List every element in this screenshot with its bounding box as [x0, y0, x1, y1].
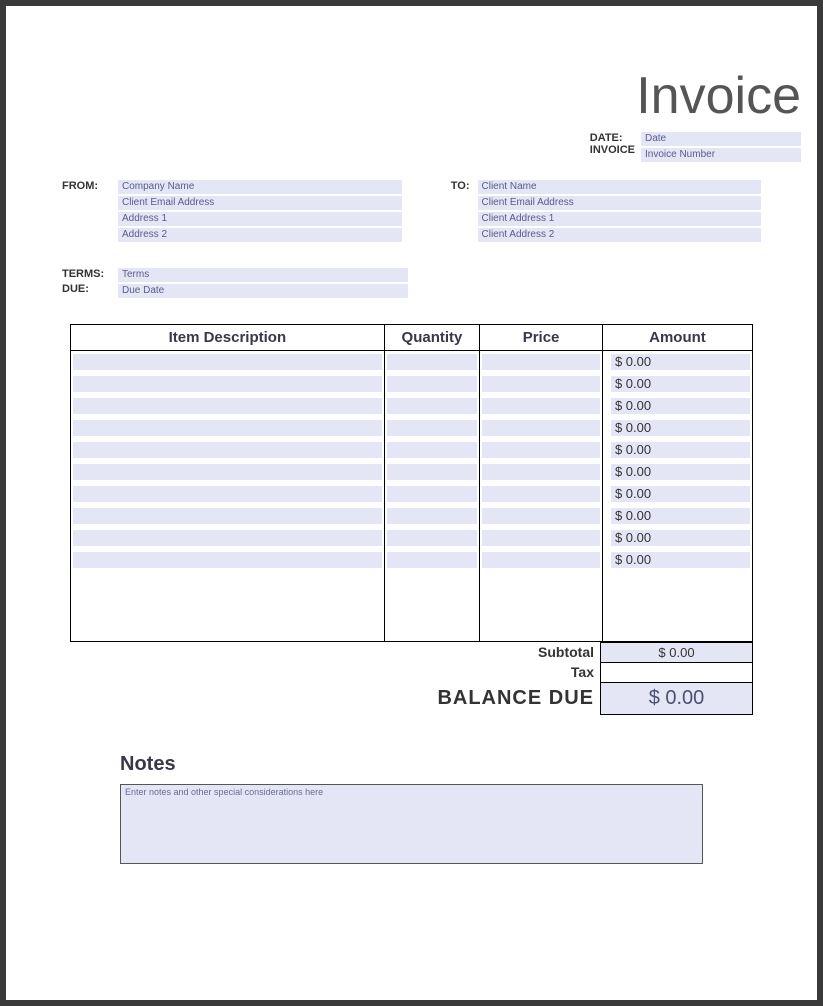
qty-cell[interactable] — [387, 552, 477, 568]
from-company[interactable]: Company Name — [118, 180, 402, 194]
date-field[interactable]: Date — [641, 132, 801, 146]
qty-cell[interactable] — [387, 420, 477, 436]
qty-cell[interactable] — [387, 530, 477, 546]
price-cell[interactable] — [482, 552, 600, 568]
col-description: Item Description — [71, 325, 385, 351]
price-cell[interactable] — [482, 354, 600, 370]
table-row: $ 0.00 — [71, 461, 753, 483]
price-cell[interactable] — [482, 508, 600, 524]
tax-label: Tax — [70, 662, 601, 682]
from-block: FROM: Company Name Client Email Address … — [62, 180, 402, 244]
qty-cell[interactable] — [387, 442, 477, 458]
desc-cell[interactable] — [73, 420, 382, 436]
desc-cell[interactable] — [73, 464, 382, 480]
to-address1[interactable]: Client Address 1 — [478, 212, 762, 226]
from-email[interactable]: Client Email Address — [118, 196, 402, 210]
price-cell[interactable] — [482, 420, 600, 436]
price-cell[interactable] — [482, 398, 600, 414]
desc-cell[interactable] — [73, 486, 382, 502]
balance-due-label: BALANCE DUE — [70, 682, 601, 714]
table-row: $ 0.00 — [71, 417, 753, 439]
table-row: $ 0.00 — [71, 549, 753, 571]
qty-cell[interactable] — [387, 398, 477, 414]
to-block: TO: Client Name Client Email Address Cli… — [422, 180, 762, 244]
amount-cell: $ 0.00 — [611, 376, 750, 392]
to-label: TO: — [422, 180, 478, 244]
price-cell[interactable] — [482, 442, 600, 458]
col-amount: Amount — [602, 325, 752, 351]
invoice-page: Invoice DATE: INVOICE Date Invoice Numbe… — [6, 6, 817, 1000]
table-row: $ 0.00 — [71, 351, 753, 374]
amount-cell: $ 0.00 — [611, 464, 750, 480]
table-row: $ 0.00 — [71, 373, 753, 395]
tax-value[interactable] — [601, 662, 753, 682]
table-row: $ 0.00 — [71, 439, 753, 461]
price-cell[interactable] — [482, 376, 600, 392]
notes-heading: Notes — [120, 753, 801, 776]
invoice-meta: DATE: INVOICE Date Invoice Number — [22, 132, 801, 164]
address-section: FROM: Company Name Client Email Address … — [62, 180, 761, 244]
subtotal-value: $ 0.00 — [601, 642, 753, 662]
qty-cell[interactable] — [387, 486, 477, 502]
desc-cell[interactable] — [73, 354, 382, 370]
notes-field[interactable]: Enter notes and other special considerat… — [120, 784, 703, 864]
qty-cell[interactable] — [387, 354, 477, 370]
terms-label: TERMS: — [62, 268, 118, 283]
from-address1[interactable]: Address 1 — [118, 212, 402, 226]
desc-cell[interactable] — [73, 398, 382, 414]
amount-cell: $ 0.00 — [611, 508, 750, 524]
desc-cell[interactable] — [73, 376, 382, 392]
date-label: DATE: — [590, 132, 635, 144]
qty-cell[interactable] — [387, 464, 477, 480]
due-field[interactable]: Due Date — [118, 284, 408, 298]
table-row: $ 0.00 — [71, 483, 753, 505]
to-address2[interactable]: Client Address 2 — [478, 228, 762, 242]
invoice-number-label: INVOICE — [590, 144, 635, 156]
terms-field[interactable]: Terms — [118, 268, 408, 282]
amount-cell: $ 0.00 — [611, 486, 750, 502]
table-row: $ 0.00 — [71, 395, 753, 417]
amount-cell: $ 0.00 — [611, 354, 750, 370]
desc-cell[interactable] — [73, 530, 382, 546]
to-name[interactable]: Client Name — [478, 180, 762, 194]
amount-cell: $ 0.00 — [611, 442, 750, 458]
table-row: $ 0.00 — [71, 505, 753, 527]
desc-cell[interactable] — [73, 442, 382, 458]
qty-cell[interactable] — [387, 376, 477, 392]
subtotal-label: Subtotal — [70, 642, 601, 662]
totals-table: Subtotal $ 0.00 Tax BALANCE DUE $ 0.00 — [70, 642, 753, 715]
price-cell[interactable] — [482, 530, 600, 546]
invoice-number-field[interactable]: Invoice Number — [641, 148, 801, 162]
page-title: Invoice — [22, 66, 801, 126]
amount-cell: $ 0.00 — [611, 420, 750, 436]
qty-cell[interactable] — [387, 508, 477, 524]
amount-cell: $ 0.00 — [611, 530, 750, 546]
from-label: FROM: — [62, 180, 118, 244]
terms-block: TERMS: DUE: Terms Due Date — [62, 268, 761, 300]
balance-due-value: $ 0.00 — [601, 682, 753, 714]
col-quantity: Quantity — [384, 325, 479, 351]
price-cell[interactable] — [482, 486, 600, 502]
due-label: DUE: — [62, 283, 118, 298]
to-email[interactable]: Client Email Address — [478, 196, 762, 210]
desc-cell[interactable] — [73, 508, 382, 524]
table-row: $ 0.00 — [71, 527, 753, 549]
line-items-table: Item Description Quantity Price Amount $… — [70, 324, 753, 642]
amount-cell: $ 0.00 — [611, 398, 750, 414]
amount-cell: $ 0.00 — [611, 552, 750, 568]
col-price: Price — [480, 325, 603, 351]
from-address2[interactable]: Address 2 — [118, 228, 402, 242]
price-cell[interactable] — [482, 464, 600, 480]
desc-cell[interactable] — [73, 552, 382, 568]
